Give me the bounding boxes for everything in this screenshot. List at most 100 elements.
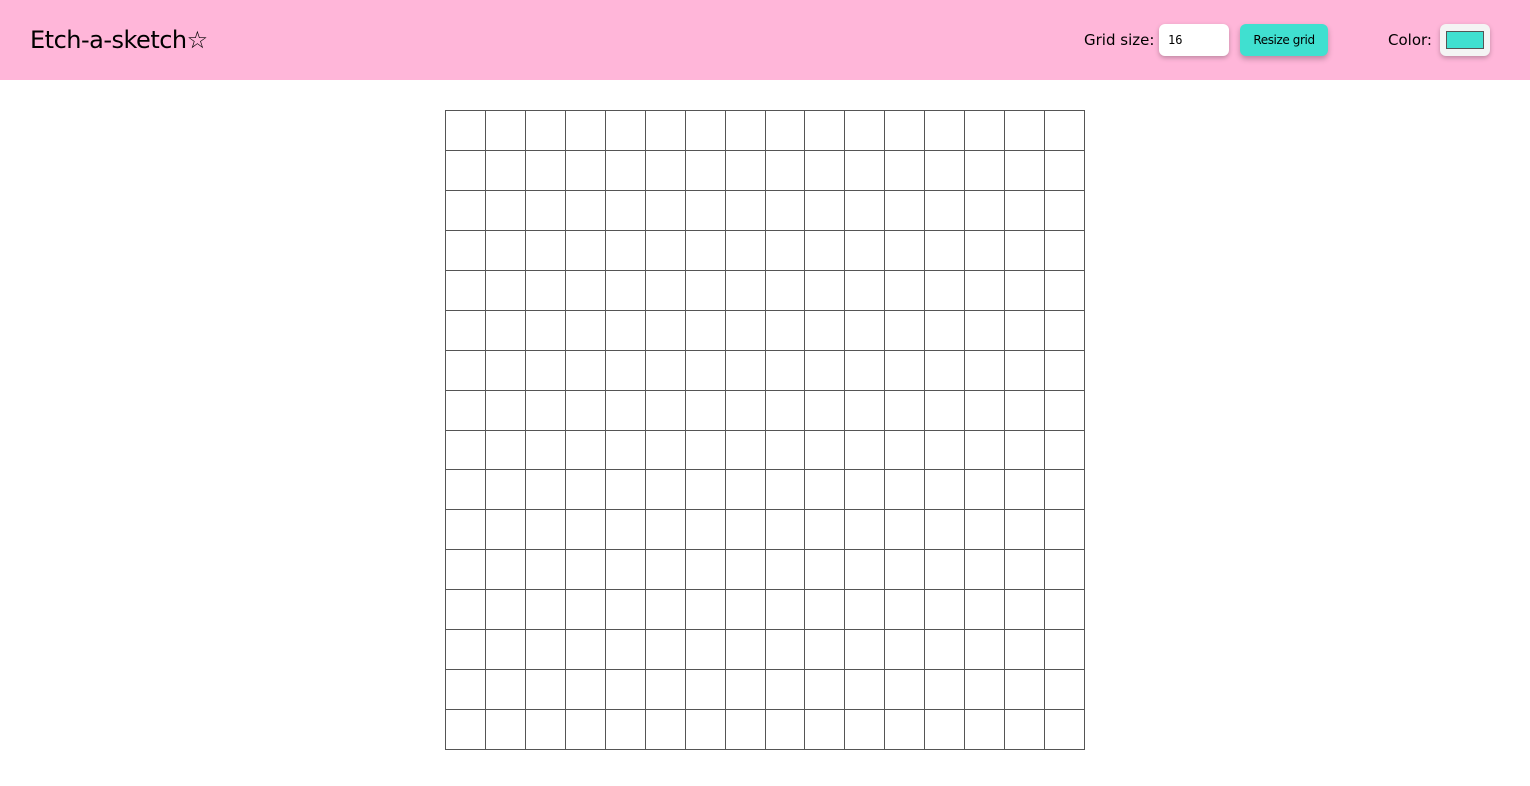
grid-cell[interactable]	[446, 150, 486, 191]
grid-cell[interactable]	[446, 550, 486, 591]
grid-cell[interactable]	[725, 310, 766, 351]
grid-cell[interactable]	[805, 710, 846, 750]
grid-cell[interactable]	[845, 430, 886, 471]
grid-cell[interactable]	[525, 430, 566, 471]
grid-cell[interactable]	[605, 111, 646, 151]
grid-cell[interactable]	[925, 470, 966, 511]
grid-cell[interactable]	[765, 390, 806, 431]
grid-cell[interactable]	[925, 670, 966, 711]
grid-cell[interactable]	[485, 230, 526, 271]
grid-cell[interactable]	[805, 350, 846, 391]
grid-cell[interactable]	[446, 670, 486, 711]
grid-cell[interactable]	[685, 270, 726, 311]
grid-cell[interactable]	[765, 550, 806, 591]
grid-cell[interactable]	[645, 270, 686, 311]
grid-cell[interactable]	[725, 270, 766, 311]
grid-cell[interactable]	[845, 270, 886, 311]
grid-cell[interactable]	[765, 430, 806, 471]
grid-cell[interactable]	[685, 670, 726, 711]
grid-cell[interactable]	[1045, 670, 1085, 711]
grid-cell[interactable]	[725, 590, 766, 631]
grid-cell[interactable]	[925, 590, 966, 631]
grid-cell[interactable]	[925, 230, 966, 271]
grid-cell[interactable]	[725, 430, 766, 471]
grid-cell[interactable]	[725, 230, 766, 271]
grid-cell[interactable]	[845, 111, 886, 151]
grid-cell[interactable]	[965, 310, 1006, 351]
grid-cell[interactable]	[925, 430, 966, 471]
grid-cell[interactable]	[805, 111, 846, 151]
grid-cell[interactable]	[885, 230, 926, 271]
grid-cell[interactable]	[965, 590, 1006, 631]
grid-cell[interactable]	[605, 430, 646, 471]
grid-cell[interactable]	[725, 550, 766, 591]
grid-cell[interactable]	[965, 630, 1006, 671]
grid-cell[interactable]	[725, 350, 766, 391]
grid-cell[interactable]	[925, 270, 966, 311]
grid-cell[interactable]	[725, 190, 766, 231]
grid-cell[interactable]	[565, 590, 606, 631]
grid-cell[interactable]	[925, 310, 966, 351]
grid-cell[interactable]	[925, 190, 966, 231]
grid-cell[interactable]	[645, 150, 686, 191]
grid-cell[interactable]	[685, 510, 726, 551]
grid-cell[interactable]	[1005, 430, 1046, 471]
grid-cell[interactable]	[525, 470, 566, 511]
grid-cell[interactable]	[845, 470, 886, 511]
grid-cell[interactable]	[565, 710, 606, 750]
grid-cell[interactable]	[485, 150, 526, 191]
grid-cell[interactable]	[605, 670, 646, 711]
grid-cell[interactable]	[485, 710, 526, 750]
grid-cell[interactable]	[525, 230, 566, 271]
grid-cell[interactable]	[845, 350, 886, 391]
grid-cell[interactable]	[565, 350, 606, 391]
grid-cell[interactable]	[485, 270, 526, 311]
grid-cell[interactable]	[1005, 470, 1046, 511]
color-picker[interactable]	[1440, 24, 1490, 56]
grid-cell[interactable]	[725, 630, 766, 671]
grid-cell[interactable]	[885, 470, 926, 511]
grid-cell[interactable]	[965, 550, 1006, 591]
grid-cell[interactable]	[645, 390, 686, 431]
grid-cell[interactable]	[645, 550, 686, 591]
grid-cell[interactable]	[1005, 150, 1046, 191]
grid-cell[interactable]	[1045, 710, 1085, 750]
grid-cell[interactable]	[685, 630, 726, 671]
grid-cell[interactable]	[925, 390, 966, 431]
grid-cell[interactable]	[1045, 190, 1085, 231]
grid-cell[interactable]	[525, 111, 566, 151]
grid-cell[interactable]	[845, 230, 886, 271]
grid-cell[interactable]	[1045, 630, 1085, 671]
grid-cell[interactable]	[446, 350, 486, 391]
grid-cell[interactable]	[525, 190, 566, 231]
grid-cell[interactable]	[1005, 230, 1046, 271]
grid-cell[interactable]	[805, 270, 846, 311]
grid-cell[interactable]	[765, 150, 806, 191]
grid-cell[interactable]	[965, 111, 1006, 151]
grid-cell[interactable]	[605, 390, 646, 431]
grid-cell[interactable]	[685, 111, 726, 151]
grid-cell[interactable]	[965, 670, 1006, 711]
grid-cell[interactable]	[845, 670, 886, 711]
grid-cell[interactable]	[725, 390, 766, 431]
grid-cell[interactable]	[925, 150, 966, 191]
grid-cell[interactable]	[645, 111, 686, 151]
grid-cell[interactable]	[725, 111, 766, 151]
grid-cell[interactable]	[605, 310, 646, 351]
grid-cell[interactable]	[805, 470, 846, 511]
grid-cell[interactable]	[485, 510, 526, 551]
grid-cell[interactable]	[485, 430, 526, 471]
grid-cell[interactable]	[605, 590, 646, 631]
grid-cell[interactable]	[845, 550, 886, 591]
grid-cell[interactable]	[605, 630, 646, 671]
grid-cell[interactable]	[485, 111, 526, 151]
grid-cell[interactable]	[525, 670, 566, 711]
grid-cell[interactable]	[605, 350, 646, 391]
grid-cell[interactable]	[885, 190, 926, 231]
grid-cell[interactable]	[645, 670, 686, 711]
grid-cell[interactable]	[565, 111, 606, 151]
grid-cell[interactable]	[525, 630, 566, 671]
grid-cell[interactable]	[565, 670, 606, 711]
grid-cell[interactable]	[1045, 510, 1085, 551]
grid-cell[interactable]	[1045, 430, 1085, 471]
